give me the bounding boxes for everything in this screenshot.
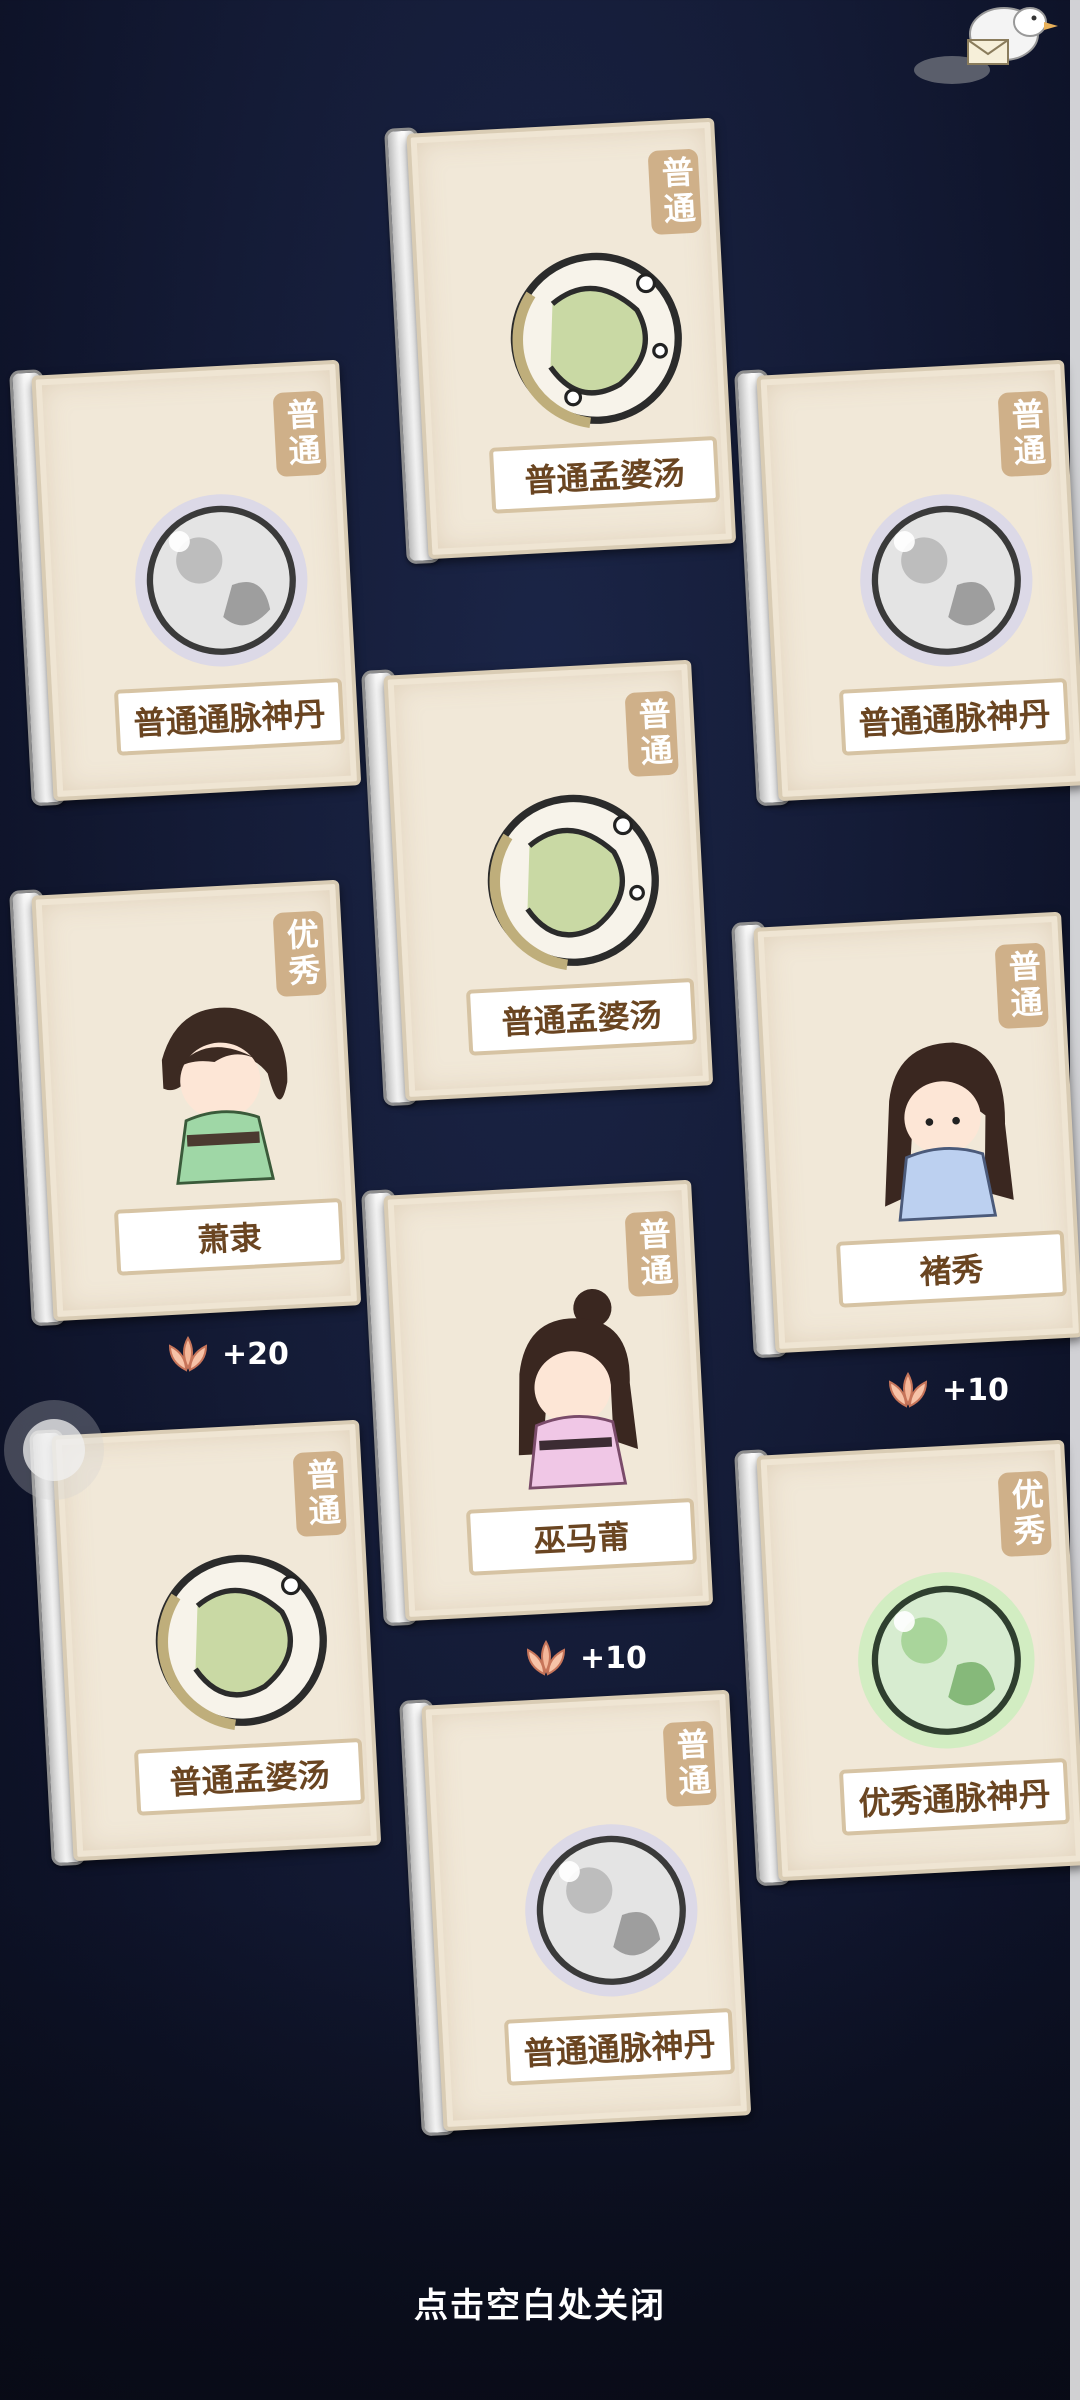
soup-bowl-icon [510,252,682,428]
bonus-value: +10 [580,1640,647,1676]
card-paper: 普通 普通通脉神丹 [31,359,362,802]
white-pill-icon [135,494,308,667]
character-portrait-icon [885,1042,1014,1222]
item-name: 普通通脉神丹 [113,677,346,756]
close-hint[interactable]: 点击空白处关闭 [0,2278,1080,2327]
reward-card[interactable]: 普通 普通通脉神丹 [733,342,1080,809]
item-name: 普通孟婆汤 [133,1737,366,1816]
bonus-value: +10 [942,1372,1009,1408]
card-paper: 优秀 萧隶 [31,879,362,1322]
soup-bowl-icon [155,1554,327,1730]
item-name: 普通孟婆汤 [465,977,698,1056]
item-name: 普通通脉神丹 [838,677,1071,756]
reward-card[interactable]: 普通 普通孟婆汤 [383,100,737,567]
floating-assist-button[interactable] [4,1400,104,1500]
lotus-icon [168,1335,208,1372]
reward-card[interactable]: 优秀 萧隶 [8,862,362,1329]
character-name: 巫马莆 [465,1497,698,1576]
bonus-value: +20 [222,1336,289,1372]
item-name: 普通通脉神丹 [503,2007,736,2086]
lotus-icon [526,1639,566,1676]
card-paper: 普通 巫马莆 [383,1179,714,1622]
mail-bird-icon[interactable] [912,0,1062,90]
card-paper: 普通 普通孟婆汤 [406,117,737,560]
reward-card[interactable]: 普通 普通通脉神丹 [8,342,362,809]
card-paper: 普通 褚秀 [753,911,1080,1354]
card-paper: 普通 普通通脉神丹 [756,359,1080,802]
character-portrait-icon [161,1007,288,1185]
reward-card[interactable]: 普通 普通通脉神丹 [398,1672,752,2139]
bonus-badge: +20 [160,1332,289,1376]
reward-card[interactable]: 普通 巫马莆 [360,1162,714,1629]
card-paper: 普通 普通孟婆汤 [383,659,714,1102]
floating-assist-knob [23,1419,85,1481]
lotus-icon [888,1371,928,1408]
green-pill-icon [858,1572,1035,1749]
card-paper: 优秀 优秀通脉神丹 [756,1439,1080,1882]
item-name: 普通孟婆汤 [488,435,721,514]
character-portrait-icon [518,1288,639,1490]
character-name: 褚秀 [835,1229,1068,1308]
item-name: 优秀通脉神丹 [838,1757,1071,1836]
white-pill-icon [525,1824,698,1997]
soup-bowl-icon [487,794,659,970]
character-name: 萧隶 [113,1197,346,1276]
reward-card[interactable]: 优秀 优秀通脉神丹 [733,1422,1080,1889]
bonus-badge: +10 [880,1368,1009,1412]
reward-card[interactable]: 普通 褚秀 [730,894,1080,1361]
card-paper: 普通 普通孟婆汤 [51,1419,382,1862]
reward-card[interactable]: 普通 普通孟婆汤 [360,642,714,1109]
white-pill-icon [860,494,1033,667]
bonus-badge: +10 [518,1636,647,1680]
card-paper: 普通 普通通脉神丹 [421,1689,752,2132]
